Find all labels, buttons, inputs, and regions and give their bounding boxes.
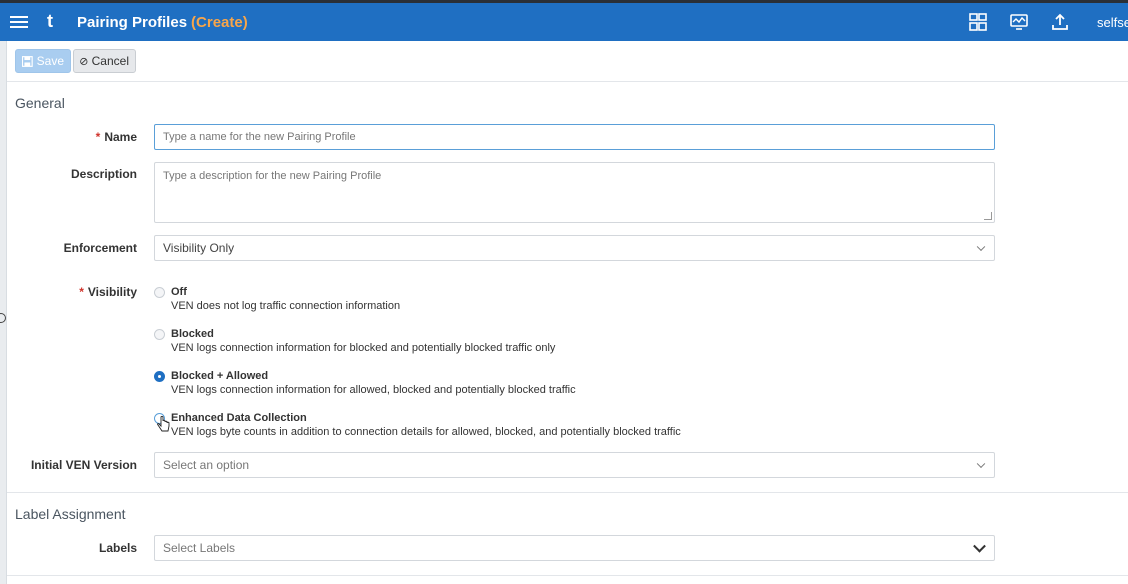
option-title: Blocked + Allowed xyxy=(171,370,269,382)
description-placeholder: Type a description for the new Pairing P… xyxy=(163,170,382,182)
save-label: Save xyxy=(36,54,64,68)
divider xyxy=(7,492,1128,493)
cancel-icon xyxy=(80,57,88,65)
radio-off[interactable] xyxy=(154,287,165,298)
option-description: VEN logs byte counts in addition to conn… xyxy=(171,426,681,438)
top-bar: t Pairing Profiles (Create) selfse xyxy=(0,0,1128,41)
initial-ven-select[interactable]: Select an option xyxy=(154,452,995,478)
action-toolbar: Save Cancel xyxy=(7,41,1128,82)
option-title: Off xyxy=(171,286,187,298)
radio-blocked-allowed[interactable] xyxy=(154,371,165,382)
cancel-label: Cancel xyxy=(91,54,129,68)
enforcement-select[interactable]: Visibility Only xyxy=(154,235,995,261)
section-label-assignment-title: Label Assignment xyxy=(15,506,126,522)
dashboard-icon[interactable] xyxy=(967,11,989,33)
section-general-title: General xyxy=(15,95,65,111)
name-input[interactable]: Type a name for the new Pairing Profile xyxy=(154,124,995,150)
user-menu[interactable]: selfse xyxy=(1097,15,1128,30)
save-icon xyxy=(22,55,33,67)
chevron-down-icon xyxy=(973,539,986,553)
menu-icon[interactable] xyxy=(10,13,28,31)
page-title-text: Pairing Profiles xyxy=(77,14,188,31)
monitor-icon[interactable] xyxy=(1008,11,1030,33)
divider xyxy=(7,575,1128,576)
option-description: VEN logs connection information for allo… xyxy=(171,384,576,396)
resize-handle-icon[interactable] xyxy=(984,212,992,220)
option-title: Enhanced Data Collection xyxy=(171,412,307,424)
name-label: * Name xyxy=(95,130,137,144)
labels-placeholder: Select Labels xyxy=(163,541,236,555)
description-input[interactable]: Type a description for the new Pairing P… xyxy=(154,162,995,223)
hand-cursor-icon xyxy=(157,416,170,432)
labels-label: Labels xyxy=(98,541,137,555)
save-button[interactable]: Save xyxy=(15,49,71,73)
option-description: VEN does not log traffic connection info… xyxy=(171,300,401,312)
chevron-down-icon xyxy=(976,242,986,252)
option-title: Blocked xyxy=(171,328,214,340)
page-title: Pairing Profiles (Create) xyxy=(77,14,248,31)
app-logo[interactable]: t xyxy=(47,11,53,32)
initial-ven-placeholder: Select an option xyxy=(163,458,250,472)
description-label: Description xyxy=(70,167,137,181)
upload-icon[interactable] xyxy=(1049,11,1071,33)
page-subtitle: (Create) xyxy=(191,14,248,31)
initial-ven-label: Initial VEN Version xyxy=(30,458,137,472)
visibility-label: * Visibility xyxy=(79,285,137,299)
name-placeholder: Type a name for the new Pairing Profile xyxy=(163,131,356,143)
cancel-button[interactable]: Cancel xyxy=(73,49,136,73)
enforcement-label: Enforcement xyxy=(63,241,137,255)
labels-select[interactable]: Select Labels xyxy=(154,535,995,561)
enforcement-value: Visibility Only xyxy=(163,241,235,255)
option-description: VEN logs connection information for bloc… xyxy=(171,342,556,354)
chevron-down-icon xyxy=(976,459,986,469)
radio-blocked[interactable] xyxy=(154,329,165,340)
